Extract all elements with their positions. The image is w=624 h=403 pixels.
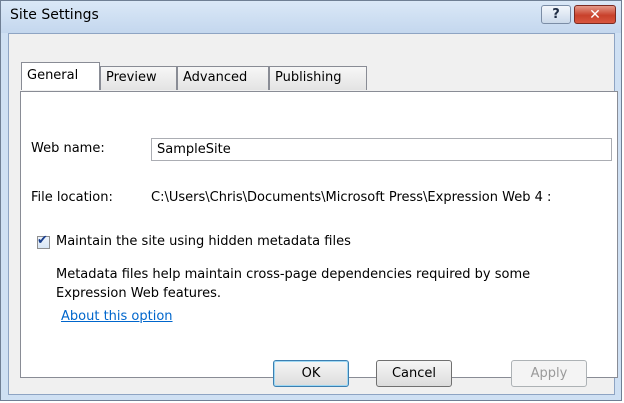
- tab-general[interactable]: General: [21, 62, 100, 90]
- tab-preview-label: Preview: [106, 70, 157, 85]
- apply-button-label: Apply: [530, 366, 568, 381]
- ok-button-label: OK: [301, 366, 321, 381]
- apply-button[interactable]: Apply: [511, 360, 587, 387]
- metadata-description-line2: Expression Web features.: [56, 286, 222, 301]
- tab-preview[interactable]: Preview: [100, 66, 177, 90]
- general-tab-panel: Web name: File location: C:\Users\Chris\…: [20, 91, 618, 378]
- metadata-checkbox[interactable]: ✔: [37, 233, 50, 249]
- tab-publishing-label: Publishing: [275, 70, 342, 85]
- help-button[interactable]: ?: [541, 5, 571, 24]
- dialog-title: Site Settings: [10, 7, 99, 23]
- web-name-input[interactable]: [151, 138, 612, 161]
- site-settings-dialog: Site Settings ? ✕ General Preview Advanc…: [0, 0, 622, 401]
- web-name-label: Web name:: [31, 141, 105, 156]
- file-location-label: File location:: [31, 190, 113, 205]
- cancel-button[interactable]: Cancel: [376, 360, 452, 387]
- tab-advanced-label: Advanced: [183, 70, 248, 85]
- close-button[interactable]: ✕: [574, 5, 616, 24]
- tab-publishing[interactable]: Publishing: [269, 66, 367, 90]
- tab-advanced[interactable]: Advanced: [177, 66, 269, 90]
- cancel-button-label: Cancel: [391, 366, 437, 381]
- tab-general-label: General: [27, 68, 79, 83]
- checkmark-icon: ✔: [37, 233, 48, 248]
- metadata-description-line1: Metadata files help maintain cross-page …: [56, 267, 531, 282]
- close-icon: ✕: [589, 6, 601, 23]
- dialog-body: General Preview Advanced Publishing Web …: [8, 33, 618, 395]
- metadata-checkbox-label[interactable]: Maintain the site using hidden metadata …: [56, 234, 351, 249]
- file-location-value: C:\Users\Chris\Documents\Microsoft Press…: [151, 190, 552, 205]
- title-bar[interactable]: Site Settings ? ✕: [1, 1, 621, 33]
- ok-button[interactable]: OK: [273, 360, 349, 387]
- about-this-option-link[interactable]: About this option: [61, 309, 173, 324]
- help-icon: ?: [552, 7, 560, 22]
